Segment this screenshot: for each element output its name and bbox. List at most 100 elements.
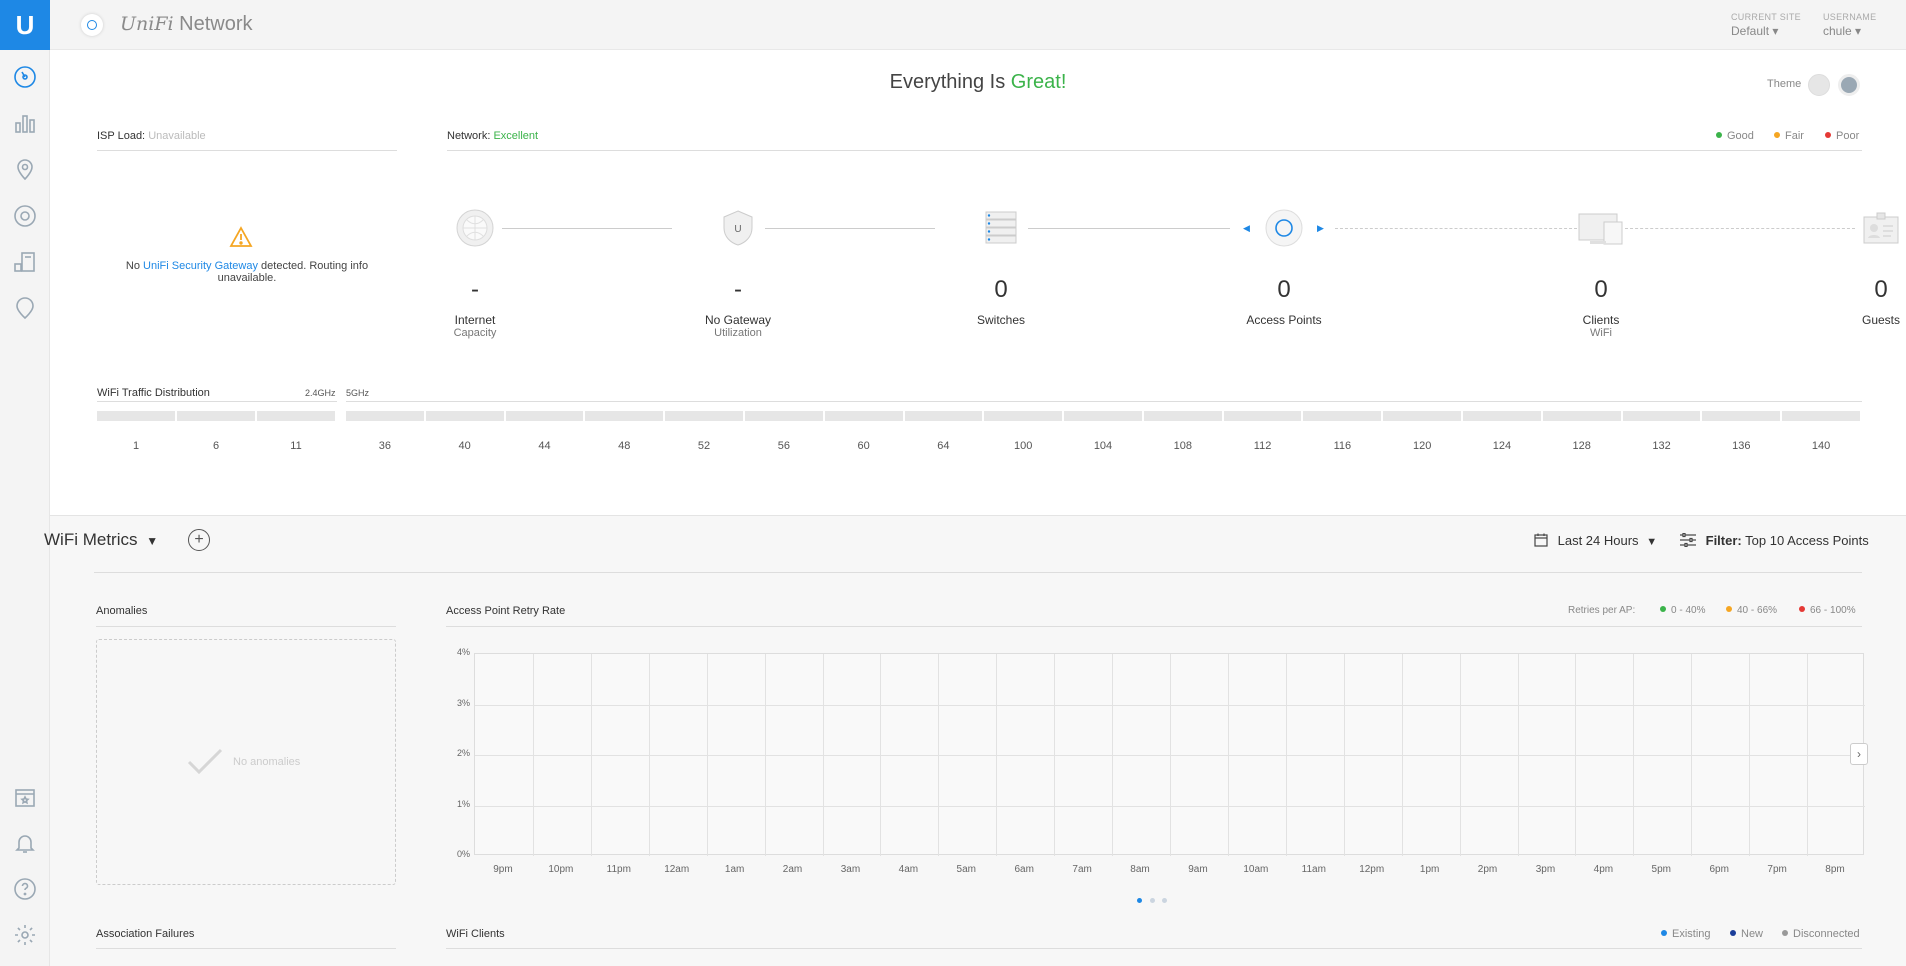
retries-legend-low: 0 - 40% [1660,605,1705,616]
username-selector[interactable]: USERNAME chule ▾ [1823,12,1876,38]
access-point-icon[interactable] [1264,208,1304,248]
connector-gateway-switch [765,228,935,229]
x-tick-label: 2pm [1477,864,1498,875]
channel-bar-5-104 [1064,411,1142,421]
assoc-divider [96,948,396,949]
isp-label: ISP Load: [97,130,146,142]
calendar-icon [1534,533,1548,550]
ap-arrow-left-icon: ◀ [1243,223,1250,233]
gateway-shield-icon[interactable]: U [718,208,758,248]
top-header: UniFi Network CURRENT SITE Default ▾ USE… [50,0,1906,50]
channel-bar-5-64 [904,411,983,421]
globe-icon[interactable] [455,208,495,248]
channel-label-5-56: 56 [777,440,790,452]
channel-bar-5-100 [984,411,1063,421]
channel-label-5-36: 36 [378,440,392,452]
channel-bar-5-60 [824,411,903,421]
username-label: USERNAME [1823,12,1877,22]
switch-icon[interactable] [981,208,1021,248]
x-tick-label: 1pm [1419,864,1440,875]
settings-gear-icon[interactable] [12,922,38,948]
y-tick-label: 0% [456,849,470,859]
dashboard-icon[interactable] [12,64,38,90]
pager-dot-1[interactable] [1137,898,1142,903]
events-calendar-icon[interactable] [12,784,38,810]
theme-contrast-icon[interactable] [1808,74,1830,96]
current-site-selector[interactable]: CURRENT SITE Default ▾ [1731,12,1801,38]
current-site-value: Default ▾ [1731,24,1779,38]
devices-icon[interactable] [1576,208,1626,248]
insights-icon[interactable] [12,295,38,321]
add-metric-icon[interactable]: + [188,529,210,551]
channel-bar-5-116 [1303,411,1382,421]
wifi-clients-title: WiFi Clients [446,928,505,940]
status-headline: Everything Is Great! [50,71,1906,94]
clients-divider [446,948,1862,949]
association-failures-title: Association Failures [96,928,195,940]
anomalies-panel: No anomalies [96,639,396,885]
anomalies-divider [96,626,396,627]
unifi-logo[interactable]: U [0,0,50,50]
pager-dot-3[interactable] [1162,898,1167,903]
retry-divider [446,626,1862,627]
bell-icon[interactable] [12,830,38,856]
access-points-value: 0 [1277,276,1291,303]
channel-label-5-48: 48 [618,440,631,452]
warning-icon [229,226,253,253]
theme-dark-icon[interactable] [1838,74,1860,96]
x-tick-label: 11pm [606,864,631,875]
connector-internet-gateway [502,228,672,229]
guest-badge-icon[interactable] [1861,208,1901,248]
y-tick-label: 4% [456,647,470,657]
network-divider [447,150,1862,151]
brand-title: UniFi Network [120,13,253,36]
internet-value: - [471,276,479,303]
x-tick-label: 10am [1243,864,1269,875]
clients-sub: WiFi [1590,327,1612,339]
dist-divider-5 [346,401,1862,402]
dist-divider-24 [97,401,337,402]
clients-nav-icon[interactable] [12,249,38,275]
internet-name: Internet [454,313,496,327]
channel-bar-24-6 [177,411,255,421]
y-tick-label: 1% [456,798,470,809]
time-range-value: Last 24 Hours [1557,533,1639,548]
band-5-label: 5GHz [346,388,370,398]
x-tick-label: 12am [664,864,690,875]
retries-legend-high: 66 - 100% [1799,605,1856,616]
x-tick-label: 11am [1301,864,1326,875]
channel-label-5-112: 112 [1253,440,1272,452]
usg-link[interactable]: UniFi Security Gateway [143,260,258,272]
filter-control[interactable]: Filter: Top 10 Access Points [1680,532,1869,550]
clients-value: 0 [1594,276,1608,303]
help-icon[interactable] [12,876,38,902]
channel-bar-5-36 [346,411,424,421]
isp-load: ISP Load: Unavailable [97,130,206,142]
pager-dot-2[interactable] [1150,898,1155,903]
channel-bar-5-56 [744,411,823,421]
devices-nav-icon[interactable] [12,203,38,229]
statistics-icon[interactable] [12,110,38,136]
channel-bar-24-11 [257,411,335,421]
channel-label-5-132: 132 [1652,440,1671,452]
chevron-right-icon[interactable]: › [1850,743,1868,765]
site-status-icon[interactable] [81,14,103,36]
x-tick-label: 10pm [548,864,574,875]
metrics-title-text: WiFi Metrics [44,530,138,549]
status-prefix: Everything Is [889,71,1011,93]
svg-text:U: U [734,224,741,235]
x-tick-label: 4am [898,864,919,875]
caret-down-icon: ▼ [146,534,159,548]
retry-rate-title: Access Point Retry Rate [446,605,566,617]
wifi-metrics-dropdown[interactable]: WiFi Metrics ▼ [44,530,158,550]
brand-unifi: UniFi [120,13,174,35]
time-range-dropdown[interactable]: Last 24 Hours ▼ [1534,533,1657,550]
channel-bar-5-112 [1223,411,1302,421]
map-icon[interactable] [12,157,38,183]
x-tick-label: 8am [1130,864,1150,875]
channel-bar-5-52 [665,411,743,421]
channel-label-5-44: 44 [538,440,551,452]
y-tick-label: 2% [456,748,470,758]
health-legend-poor: Poor [1825,130,1859,142]
gateway-warning-text: No UniFi Security Gateway detected. Rout… [125,260,369,284]
